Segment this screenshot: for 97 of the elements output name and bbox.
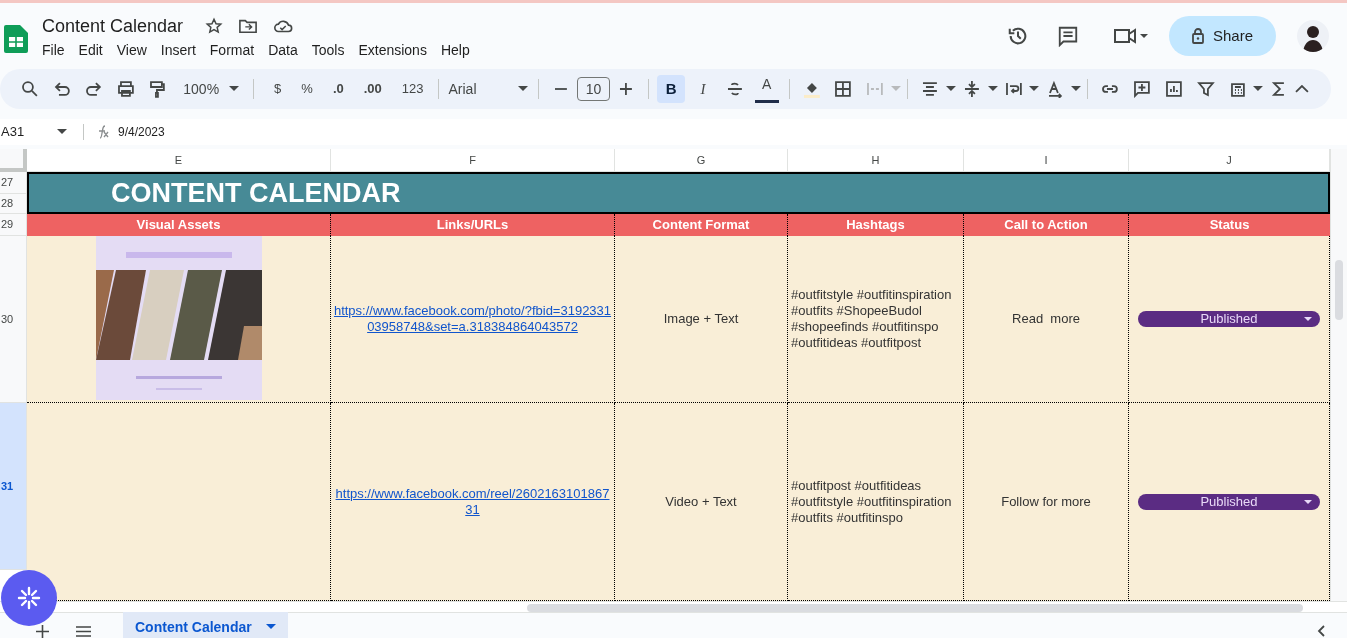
column-title: Links/URLs <box>331 214 615 236</box>
menu-item[interactable]: Data <box>262 39 304 62</box>
status-chip[interactable]: Published <box>1138 493 1320 510</box>
dropdown-caret-icon <box>1304 317 1312 322</box>
column-header[interactable]: F <box>331 149 615 172</box>
sheets-logo-icon[interactable] <box>4 25 28 53</box>
borders-icon[interactable] <box>834 80 853 98</box>
collapse-icon[interactable] <box>1317 625 1325 637</box>
document-title[interactable]: Content Calendar <box>42 14 184 38</box>
function-table-icon[interactable] <box>1228 80 1247 98</box>
text-rotation-icon[interactable] <box>1046 80 1065 98</box>
menu-item[interactable]: Extensions <box>352 39 433 62</box>
dropdown-caret-icon[interactable] <box>1071 86 1082 92</box>
column-title: Hashtags <box>788 214 964 236</box>
column-title: Call to Action <box>964 214 1129 236</box>
cloud-check-icon[interactable] <box>273 18 294 34</box>
url-link[interactable]: https://www.facebook.com/photo/?fbid=319233103958748&set=a.318384864043572 <box>333 303 612 335</box>
chart-icon[interactable] <box>1164 80 1183 98</box>
name-box[interactable]: A31 <box>1 122 57 142</box>
call-to-action-text: Follow for more <box>1001 492 1091 511</box>
redo-icon[interactable] <box>84 80 103 98</box>
row-header[interactable]: 31 <box>0 403 27 570</box>
column-header[interactable]: E <box>27 149 331 172</box>
vertical-align-icon[interactable] <box>962 80 981 98</box>
url-link[interactable]: https://www.facebook.com/reel/260216310186731 <box>333 485 612 518</box>
formula-value[interactable]: 9/4/2023 <box>118 123 165 141</box>
scrollbar-thumb[interactable] <box>1335 260 1343 320</box>
paint-format-icon[interactable] <box>148 80 167 98</box>
move-folder-icon[interactable] <box>239 18 258 34</box>
fill-color-icon[interactable] <box>802 80 821 98</box>
font-select[interactable]: Arial <box>444 75 532 103</box>
column-header[interactable]: I <box>964 149 1129 172</box>
column-header[interactable]: G <box>615 149 788 172</box>
menu-item[interactable]: Format <box>203 39 261 62</box>
dropdown-caret-icon[interactable] <box>945 86 956 92</box>
dropdown-caret-icon[interactable] <box>1029 86 1040 92</box>
dropdown-caret-icon[interactable] <box>987 86 998 92</box>
text-style-button[interactable]: I <box>689 75 717 103</box>
lock-icon <box>1192 28 1204 44</box>
collapse-toolbar-icon[interactable] <box>1295 85 1310 93</box>
decrease-decimal-button[interactable]: .0 <box>324 75 352 103</box>
column-header[interactable]: J <box>1129 149 1330 172</box>
text-wrap-icon[interactable] <box>1004 80 1023 98</box>
font-size-field[interactable]: 10 <box>576 77 611 101</box>
currency-button[interactable]: $ <box>266 75 290 103</box>
add-comment-icon[interactable] <box>1132 80 1151 98</box>
menu-item[interactable]: Help <box>434 39 476 62</box>
content-format-text: Video + Text <box>665 492 737 511</box>
print-icon[interactable] <box>116 80 135 98</box>
percent-button[interactable]: % <box>293 75 321 103</box>
sheet-tab[interactable]: Content Calendar <box>123 612 288 638</box>
add-sheet-icon[interactable] <box>36 625 49 638</box>
menu-item[interactable]: View <box>110 39 153 62</box>
dropdown-caret-icon <box>517 86 528 92</box>
share-button[interactable]: Share <box>1169 16 1276 56</box>
comment-icon[interactable] <box>1057 25 1079 47</box>
row-header[interactable]: 28 <box>0 194 27 214</box>
align-icon[interactable] <box>921 80 939 98</box>
hashtags-text: #outfitpost #outfitideas #outfitstyle #outfitinspiration #outfits #outfitinspo <box>791 477 953 526</box>
row-header[interactable]: 27 <box>0 172 27 194</box>
increase-decimal-button[interactable]: .00 <box>355 75 390 103</box>
menu-icon[interactable] <box>76 626 91 637</box>
avatar[interactable] <box>1297 20 1329 52</box>
dropdown-caret-icon[interactable] <box>1253 86 1264 92</box>
menu-item[interactable]: Insert <box>154 39 202 62</box>
scrollbar-thumb[interactable] <box>527 604 1303 612</box>
filter-icon[interactable] <box>1196 80 1215 98</box>
row-header[interactable]: 30 <box>0 236 27 403</box>
column-title: Content Format <box>615 214 788 236</box>
dropdown-caret-icon[interactable] <box>57 129 67 135</box>
call-to-action-text: Read more <box>1012 310 1080 329</box>
video-camera-icon[interactable] <box>1113 26 1149 46</box>
title-banner: CONTENT CALENDAR <box>27 172 1330 214</box>
row-header[interactable]: 29 <box>0 214 27 236</box>
sparkle-icon <box>17 586 41 610</box>
text-color-button[interactable]: A <box>754 75 779 103</box>
dropdown-caret-icon <box>1304 499 1312 505</box>
menu-item[interactable]: Tools <box>305 39 351 62</box>
dropdown-caret-icon <box>229 86 240 92</box>
column-title: Visual Assets <box>27 214 331 236</box>
number-format-button[interactable]: 123 <box>393 75 432 103</box>
menu-item[interactable]: Edit <box>72 39 109 62</box>
search-icon[interactable] <box>21 80 39 98</box>
merge-cells-icon[interactable] <box>866 80 885 98</box>
dropdown-caret-icon <box>265 624 276 630</box>
column-title: Status <box>1129 214 1330 236</box>
menu-item[interactable]: File <box>36 39 71 62</box>
star-icon[interactable] <box>205 17 224 35</box>
status-chip[interactable]: Published <box>1138 311 1320 327</box>
undo-icon[interactable] <box>52 80 71 98</box>
history-icon[interactable] <box>1007 25 1029 47</box>
text-style-button[interactable]: B <box>657 75 686 103</box>
content-format-text: Image + Text <box>663 310 739 329</box>
strikethrough-icon[interactable] <box>725 80 744 98</box>
column-header[interactable]: H <box>788 149 964 172</box>
hashtags-text: #outfitstyle #outfitinspiration #outfits #ShopeeBudol #shopeefinds #outfitinspo #outfitideas #outfitpost <box>791 287 953 351</box>
zoom-select[interactable]: 100% <box>179 75 244 103</box>
